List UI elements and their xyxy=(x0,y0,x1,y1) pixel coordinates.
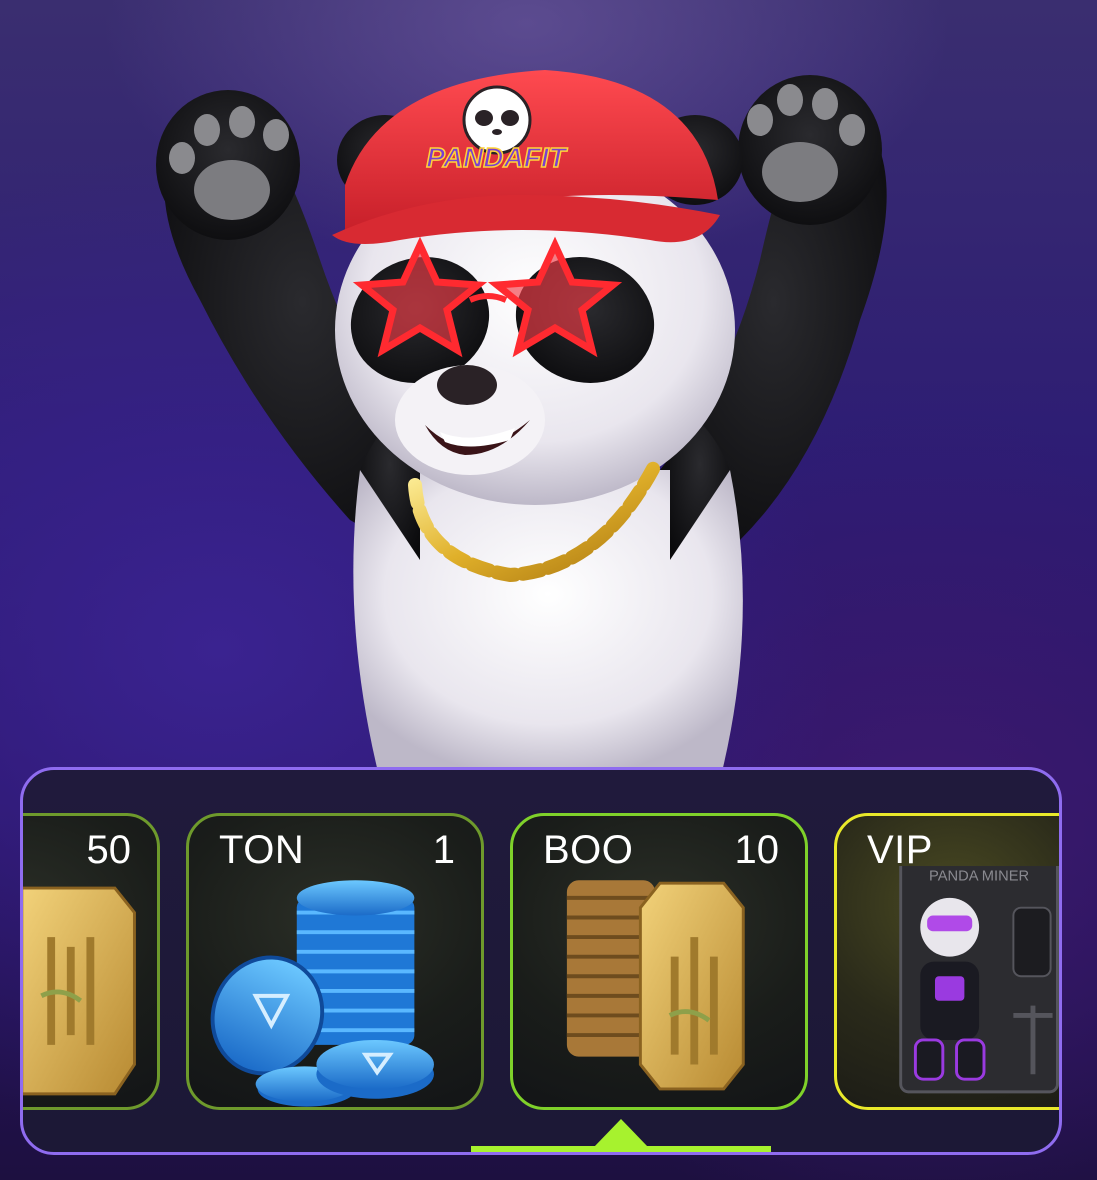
carousel-selection-arrow xyxy=(594,1119,648,1147)
reward-carousel[interactable]: 50 TON 1 BOO 10 VIP PANDA MINER xyxy=(20,767,1062,1155)
reward-card-ton[interactable]: TON 1 xyxy=(186,813,484,1110)
hero-panda-illustration: PANDAFIT xyxy=(0,0,1097,780)
reward-card-vip[interactable]: VIP PANDA MINER xyxy=(834,813,1059,1110)
reward-card-bamboo-50[interactable]: 50 xyxy=(23,813,160,1110)
ton-coins-icon xyxy=(189,866,481,1107)
panda-miner-box-icon: PANDA MINER xyxy=(837,866,1059,1107)
reward-card-boo[interactable]: BOO 10 xyxy=(510,813,808,1110)
bamboo-tile-stack-icon xyxy=(513,866,805,1107)
cap-logo-text: PANDAFIT xyxy=(426,142,568,173)
carousel-track[interactable]: 50 TON 1 BOO 10 VIP PANDA MINER xyxy=(23,770,1059,1152)
panda-miner-label: PANDA MINER xyxy=(929,868,1029,884)
bamboo-tile-icon xyxy=(23,866,157,1107)
carousel-selection-bar xyxy=(471,1146,771,1152)
